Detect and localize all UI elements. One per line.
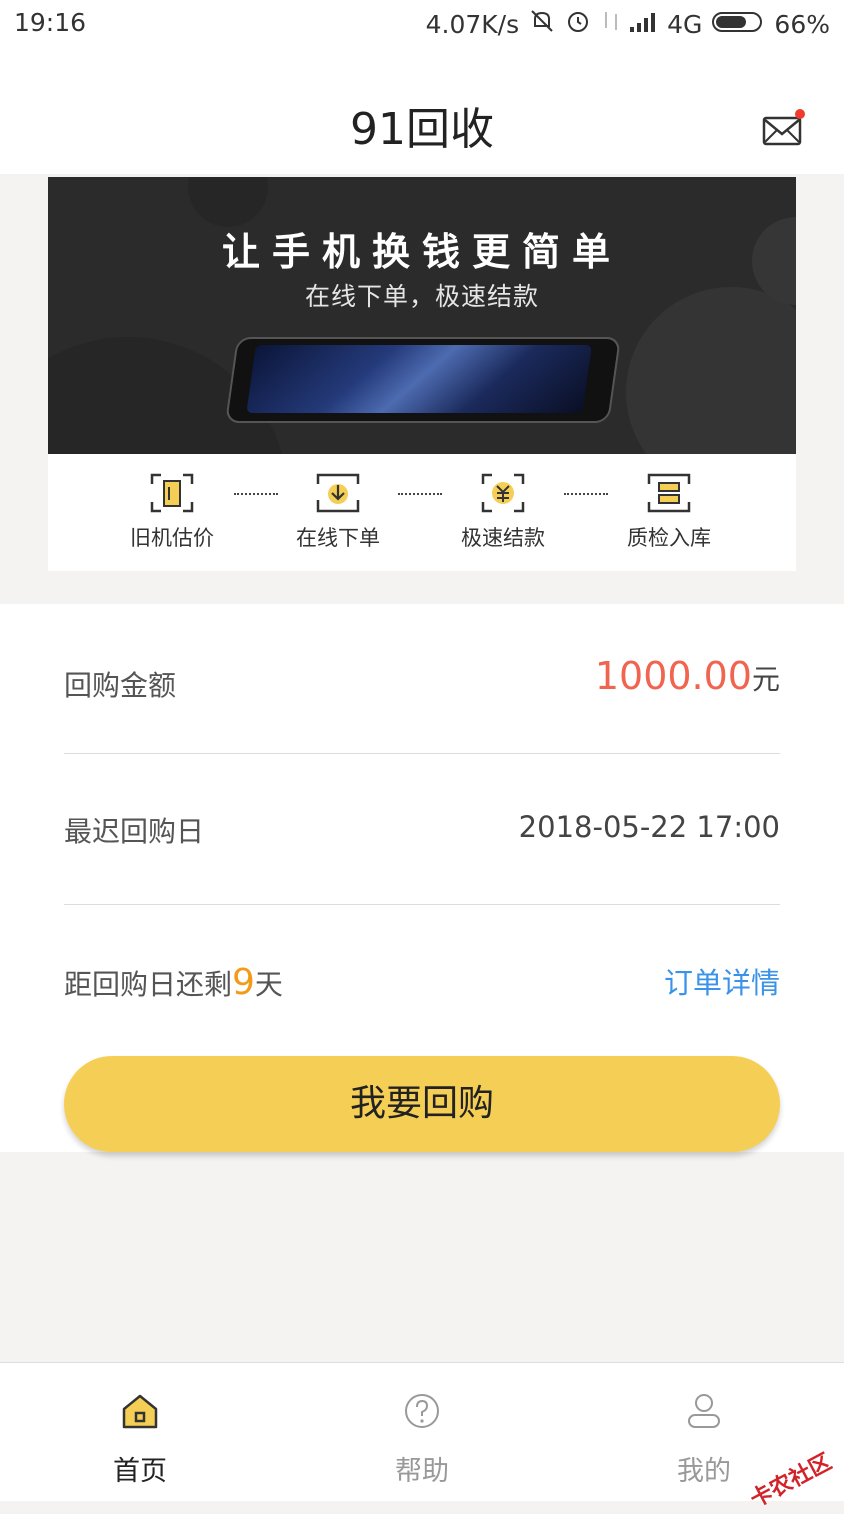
step-order: 在线下单 [278, 472, 398, 552]
banner-headline: 让手机换钱更简单 [221, 230, 622, 274]
network-type: 4G [667, 9, 703, 39]
amount-row: 回购金额 1000.00元 [64, 654, 780, 702]
status-right: 4.07K/s 4G 66% [426, 8, 830, 40]
banner-section: 让手机换钱更简单 在线下单，极速结款 旧机估价 在线下单 极速结款 质检入库 [0, 174, 844, 604]
deadline-value: 2018-05-22 17:00 [518, 810, 780, 844]
download-box-icon [315, 472, 361, 514]
notification-dot [795, 109, 805, 119]
currency-icon [480, 472, 526, 514]
divider [64, 753, 780, 754]
remaining-text: 距回购日还剩9天 [64, 962, 283, 1003]
bottom-tabbar: 首页 帮助 我的 卡农社区 [0, 1362, 844, 1513]
step-label: 在线下单 [296, 526, 380, 550]
tab-label: 帮助 [395, 1456, 449, 1487]
remaining-prefix: 距回购日还剩 [64, 968, 233, 1001]
alarm-icon [565, 8, 591, 40]
amount-value: 1000.00 [594, 654, 752, 698]
remaining-suffix: 天 [254, 968, 283, 1001]
status-time: 19:16 [14, 8, 87, 37]
tab-help[interactable]: 帮助 [342, 1391, 502, 1488]
storage-icon [646, 472, 692, 514]
tab-profile[interactable]: 我的 [624, 1391, 784, 1488]
network-speed: 4.07K/s [425, 9, 520, 39]
page-title: 91回收 [350, 104, 494, 155]
deadline-label: 最迟回购日 [64, 815, 205, 848]
divider [64, 904, 780, 905]
phone-frame-icon [149, 472, 195, 514]
step-valuation: 旧机估价 [112, 472, 232, 552]
home-icon [120, 1391, 160, 1431]
repurchase-button[interactable]: 我要回购 [64, 1056, 780, 1152]
app-header: 91回收 [0, 48, 844, 175]
mail-icon [762, 109, 805, 146]
step-label: 极速结款 [461, 526, 545, 550]
remaining-days: 9 [232, 962, 255, 1003]
remaining-row: 距回购日还剩9天 订单详情 [64, 960, 780, 1004]
repurchase-card: 回购金额 1000.00元 最迟回购日 2018-05-22 17:00 距回购… [0, 604, 844, 1152]
step-label: 旧机估价 [130, 526, 214, 550]
step-label: 质检入库 [627, 526, 711, 550]
amount-unit: 元 [751, 663, 780, 696]
signal-icon [629, 10, 657, 39]
message-button[interactable] [762, 108, 806, 148]
amount-display: 1000.00元 [595, 654, 780, 698]
tab-home[interactable]: 首页 [60, 1391, 220, 1488]
data-arrows-icon [601, 8, 619, 40]
tab-label: 首页 [113, 1456, 167, 1487]
process-steps: 旧机估价 在线下单 极速结款 质检入库 [48, 454, 796, 571]
step-inspection: 质检入库 [609, 472, 729, 552]
step-payment: 极速结款 [443, 472, 563, 552]
mute-icon [529, 8, 555, 40]
user-icon [684, 1391, 724, 1431]
banner-subline: 在线下单，极速结款 [304, 282, 539, 311]
battery-percent: 66% [774, 9, 830, 39]
deadline-row: 最迟回购日 2018-05-22 17:00 [64, 810, 780, 850]
help-icon [402, 1391, 442, 1431]
amount-label: 回购金额 [64, 669, 177, 702]
order-detail-link[interactable]: 订单详情 [664, 960, 780, 1002]
status-bar: 19:16 4.07K/s 4G 66% [0, 0, 844, 48]
promo-banner[interactable]: 让手机换钱更简单 在线下单，极速结款 [48, 177, 796, 454]
battery-icon [712, 10, 764, 39]
phone-image [224, 337, 622, 423]
